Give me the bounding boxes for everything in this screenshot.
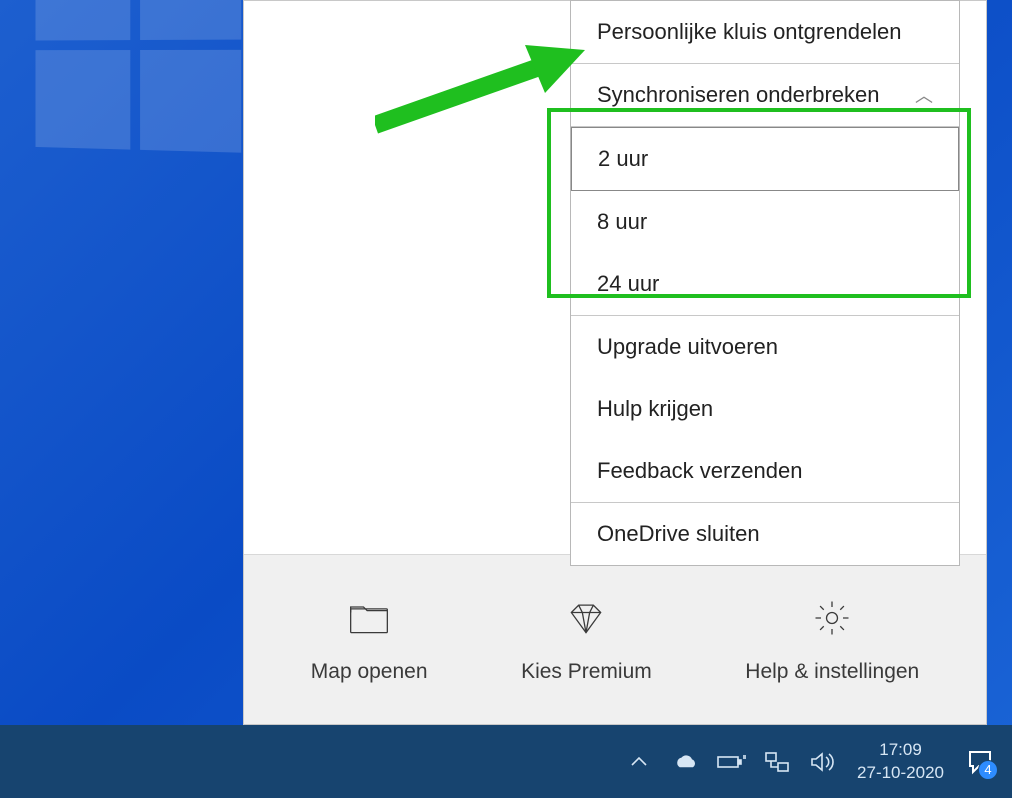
menu-pause-8h-label: 8 uur [597, 209, 647, 235]
menu-pause-sync-label: Synchroniseren onderbreken [597, 82, 880, 108]
menu-close-onedrive[interactable]: OneDrive sluiten [571, 503, 959, 565]
go-premium-button[interactable]: Kies Premium [521, 596, 652, 684]
menu-pause-2h-label: 2 uur [598, 146, 648, 172]
clock-date: 27-10-2020 [857, 762, 944, 784]
onedrive-bottom-toolbar: Map openen Kies Premium Help & instellin… [244, 554, 986, 724]
menu-upgrade-label: Upgrade uitvoeren [597, 334, 778, 360]
menu-pause-sync[interactable]: Synchroniseren onderbreken ︿ [571, 64, 959, 127]
windows-taskbar: 17:09 27-10-2020 4 [0, 725, 1012, 798]
menu-unlock-vault[interactable]: Persoonlijke kluis ontgrendelen [571, 1, 959, 64]
diamond-icon [564, 596, 608, 640]
menu-pause-8h[interactable]: 8 uur [571, 191, 959, 253]
folder-icon [347, 596, 391, 640]
tray-power-icon[interactable] [711, 742, 751, 782]
chevron-up-icon [627, 750, 651, 774]
menu-send-feedback[interactable]: Feedback verzenden [571, 440, 959, 503]
menu-pause-2h[interactable]: 2 uur [571, 127, 959, 191]
menu-get-help-label: Hulp krijgen [597, 396, 713, 422]
menu-pause-24h-label: 24 uur [597, 271, 659, 297]
tray-onedrive-icon[interactable] [665, 742, 705, 782]
tray-volume-icon[interactable] [803, 742, 843, 782]
notification-badge: 4 [978, 760, 998, 780]
tray-show-hidden-icons[interactable] [619, 742, 659, 782]
battery-plug-icon [716, 751, 746, 773]
open-folder-label: Map openen [311, 660, 428, 684]
cloud-icon [671, 748, 699, 776]
menu-get-help[interactable]: Hulp krijgen [571, 378, 959, 440]
menu-close-onedrive-label: OneDrive sluiten [597, 521, 760, 547]
network-icon [763, 750, 791, 774]
tray-clock[interactable]: 17:09 27-10-2020 [849, 739, 952, 783]
speaker-icon [809, 750, 837, 774]
tray-action-center[interactable]: 4 [958, 740, 1002, 784]
windows-logo [35, 0, 262, 174]
open-folder-button[interactable]: Map openen [311, 596, 428, 684]
help-settings-button[interactable]: Help & instellingen [745, 596, 919, 684]
menu-upgrade[interactable]: Upgrade uitvoeren [571, 316, 959, 378]
menu-send-feedback-label: Feedback verzenden [597, 458, 802, 484]
onedrive-context-menu: Persoonlijke kluis ontgrendelen Synchron… [570, 0, 960, 566]
tray-network-icon[interactable] [757, 742, 797, 782]
menu-pause-24h[interactable]: 24 uur [571, 253, 959, 316]
menu-unlock-vault-label: Persoonlijke kluis ontgrendelen [597, 19, 902, 45]
help-settings-label: Help & instellingen [745, 660, 919, 684]
chevron-up-icon: ︿ [915, 82, 933, 108]
clock-time: 17:09 [879, 739, 922, 761]
gear-icon [810, 596, 854, 640]
go-premium-label: Kies Premium [521, 660, 652, 684]
